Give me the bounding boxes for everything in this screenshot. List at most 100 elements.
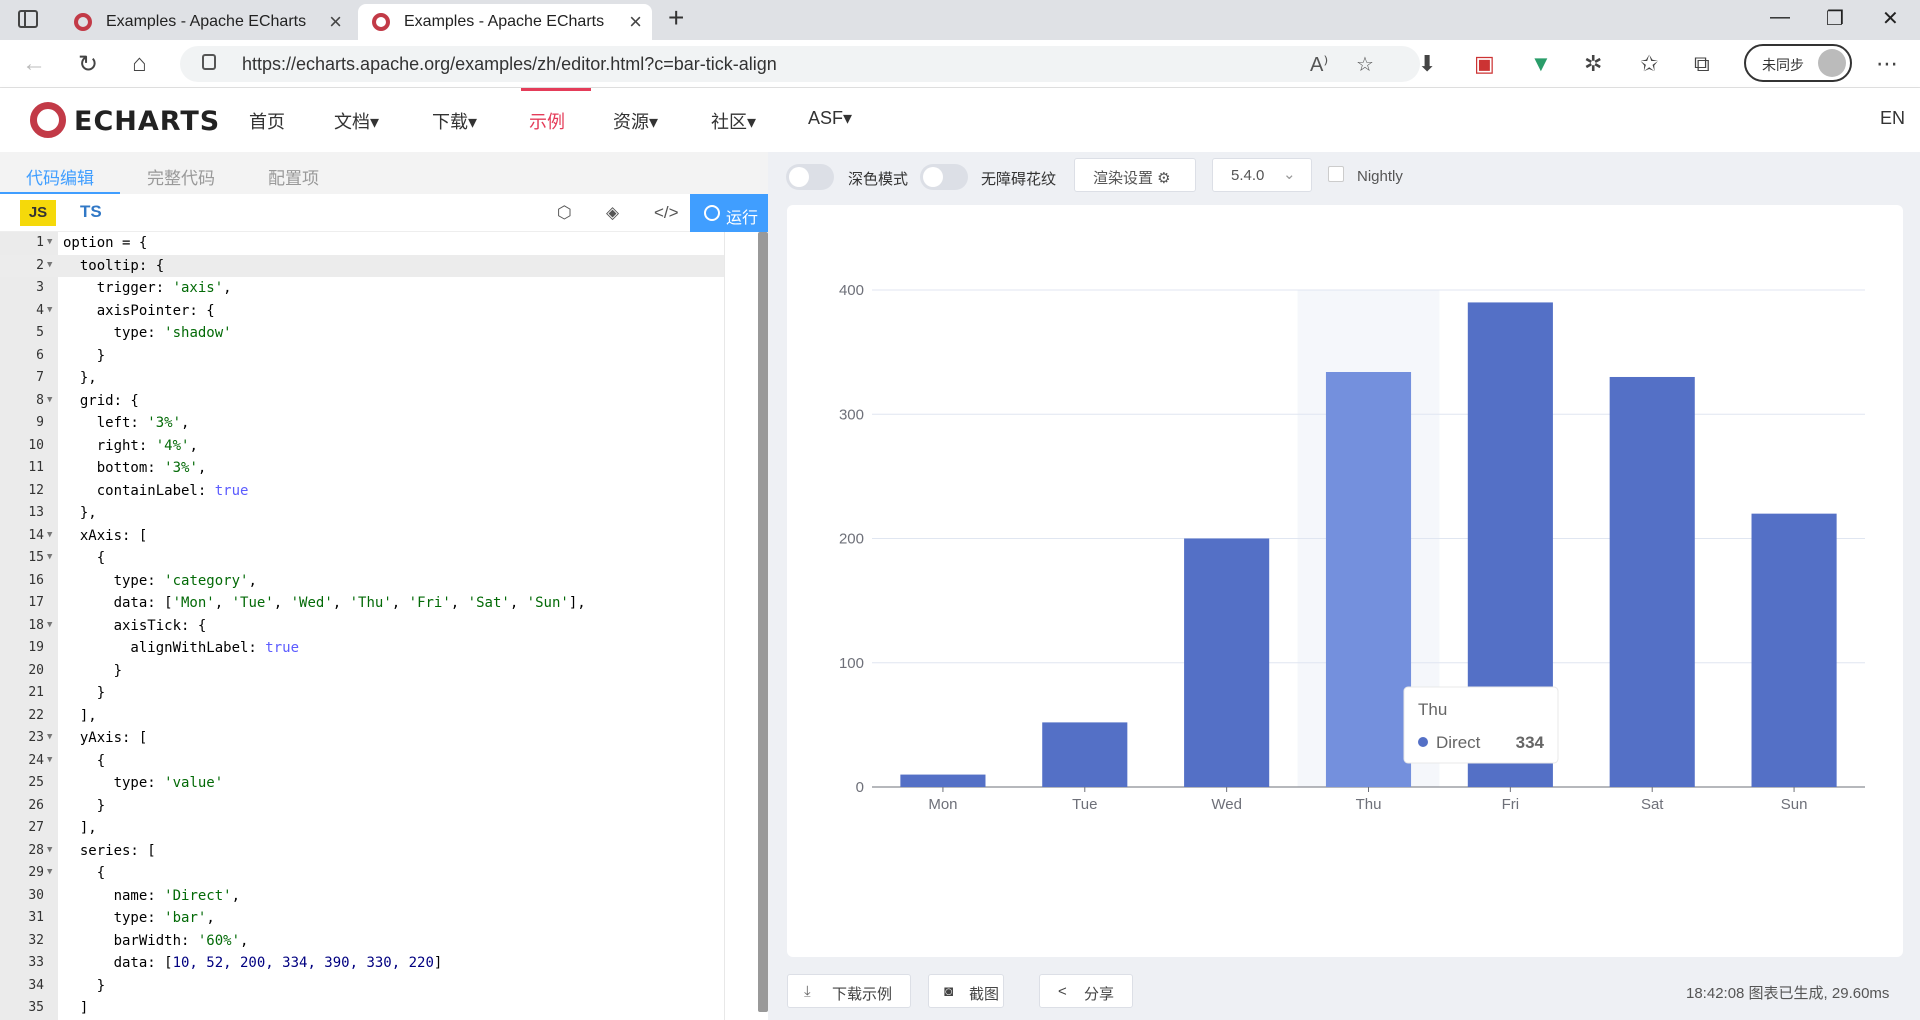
tab-full-code[interactable]: 完整代码 <box>147 164 215 189</box>
fold-arrow-icon[interactable]: ▼ <box>47 867 52 877</box>
tab-code-edit[interactable]: 代码编辑 <box>26 164 94 189</box>
code-line[interactable]: 20 } <box>0 660 724 683</box>
code-line[interactable]: 14 ▼ xAxis: [ <box>0 525 724 548</box>
bar[interactable] <box>1751 513 1837 787</box>
read-aloud-icon[interactable]: A⁾ <box>1310 52 1328 77</box>
code-line[interactable]: 31 type: 'bar', <box>0 907 724 930</box>
accessible-pattern-toggle[interactable] <box>920 164 968 190</box>
nav-community[interactable]: 社区▾ <box>711 108 756 134</box>
bar[interactable] <box>1184 538 1270 788</box>
codepen-icon[interactable]: ⬡ <box>557 203 572 223</box>
code-line[interactable]: 17 data: ['Mon', 'Tue', 'Wed', 'Thu', 'F… <box>0 592 724 615</box>
code-line[interactable]: 34 } <box>0 975 724 998</box>
browser-tab-1[interactable]: Examples - Apache ECharts × <box>60 4 352 40</box>
code-line[interactable]: 35 ] <box>0 997 724 1020</box>
code-line[interactable]: 4 ▼ axisPointer: { <box>0 300 724 323</box>
code-line[interactable]: 15 ▼ { <box>0 547 724 570</box>
code-line[interactable]: 30 name: 'Direct', <box>0 885 724 908</box>
download-icon[interactable]: ⬇ <box>1418 51 1436 77</box>
back-arrow-icon[interactable]: ← <box>22 50 46 78</box>
version-select[interactable]: 5.4.0 ⌄ <box>1212 158 1312 192</box>
code-line[interactable]: 24 ▼ { <box>0 750 724 773</box>
code-line[interactable]: 2 ▼ tooltip: { <box>0 254 724 277</box>
code-line[interactable]: 19 alignWithLabel: true <box>0 637 724 660</box>
code-line[interactable]: 16 type: 'category', <box>0 570 724 593</box>
fold-arrow-icon[interactable]: ▼ <box>47 732 52 742</box>
fold-arrow-icon[interactable]: ▼ <box>47 237 52 247</box>
code-line[interactable]: 21 } <box>0 682 724 705</box>
url-field[interactable]: https://echarts.apache.org/examples/zh/e… <box>180 46 1420 82</box>
fold-arrow-icon[interactable]: ▼ <box>47 530 52 540</box>
nightly-checkbox[interactable] <box>1328 166 1344 182</box>
fold-arrow-icon[interactable]: ▼ <box>47 845 52 855</box>
run-button[interactable]: 运行 <box>690 194 768 232</box>
site-logo[interactable]: ECHARTS <box>74 106 220 137</box>
new-tab-plus-icon[interactable]: + <box>668 2 684 34</box>
bar[interactable] <box>900 774 986 787</box>
code-line[interactable]: 28 ▼ series: [ <box>0 840 724 863</box>
code-line[interactable]: 27 ], <box>0 817 724 840</box>
collections-icon[interactable]: ⧉ <box>1694 51 1710 77</box>
close-icon[interactable]: × <box>329 9 342 35</box>
more-menu-icon[interactable]: ⋯ <box>1876 51 1898 77</box>
code-line[interactable]: 10 right: '4%', <box>0 435 724 458</box>
code-line[interactable]: 12 containLabel: true <box>0 480 724 503</box>
render-settings-button[interactable]: 渲染设置 ⚙ <box>1074 158 1196 192</box>
bar[interactable] <box>1325 372 1412 787</box>
fold-arrow-icon[interactable]: ▼ <box>47 305 52 315</box>
code-line[interactable]: 8 ▼ grid: { <box>0 390 724 413</box>
favorites-icon[interactable]: ✩ <box>1640 51 1658 77</box>
share-button[interactable]: < 分享 <box>1039 974 1133 1008</box>
fold-arrow-icon[interactable]: ▼ <box>47 552 52 562</box>
nav-examples[interactable]: 示例 <box>529 108 565 134</box>
nav-home[interactable]: 首页 <box>249 108 285 134</box>
code-line[interactable]: 26 } <box>0 795 724 818</box>
code-line[interactable]: 6 } <box>0 345 724 368</box>
code-line[interactable]: 29 ▼ { <box>0 862 724 885</box>
code-line[interactable]: 5 type: 'shadow' <box>0 322 724 345</box>
download-example-button[interactable]: ⤓ 下载示例 <box>787 974 911 1008</box>
code-line[interactable]: 9 left: '3%', <box>0 412 724 435</box>
restore-icon[interactable]: ❐ <box>1826 6 1844 31</box>
code-line[interactable]: 25 type: 'value' <box>0 772 724 795</box>
fold-arrow-icon[interactable]: ▼ <box>47 755 52 765</box>
minimize-icon[interactable]: — <box>1770 6 1790 29</box>
fold-arrow-icon[interactable]: ▼ <box>47 620 52 630</box>
chart-container[interactable]: 0 100 200 300 400 Mon Tue Wed Thu Fri Sat Sun Thu Dir… <box>787 205 1903 957</box>
sync-profile-button[interactable]: 未同步 <box>1744 44 1852 82</box>
refresh-icon[interactable]: ↻ <box>78 50 98 79</box>
bar[interactable] <box>1042 722 1128 787</box>
fold-arrow-icon[interactable]: ▼ <box>47 395 52 405</box>
home-icon[interactable]: ⌂ <box>132 50 147 78</box>
dark-mode-toggle[interactable] <box>786 164 834 190</box>
browser-tab-2[interactable]: Examples - Apache ECharts × <box>358 4 652 40</box>
code-line[interactable]: 33 data: [10, 52, 200, 334, 390, 330, 22… <box>0 952 724 975</box>
echarts-logo-icon[interactable] <box>30 102 66 138</box>
code-line[interactable]: 3 trigger: 'axis', <box>0 277 724 300</box>
editor-scrollbar[interactable] <box>758 232 768 1012</box>
codesandbox-icon[interactable]: ◈ <box>606 203 619 223</box>
code-line[interactable]: 13 }, <box>0 502 724 525</box>
tab-options[interactable]: 配置项 <box>268 164 319 189</box>
add-favorite-icon[interactable]: ☆ <box>1356 52 1374 77</box>
window-close-icon[interactable]: ✕ <box>1882 6 1899 31</box>
code-line[interactable]: 1 ▼ option = { <box>0 232 724 255</box>
extension-screen-icon[interactable]: ▣ <box>1474 51 1495 77</box>
bar-chart[interactable]: 0 100 200 300 400 Mon Tue Wed Thu Fri Sat Sun Thu Dir… <box>787 205 1903 957</box>
vue-devtools-icon[interactable]: ▼ <box>1530 51 1552 77</box>
ts-button[interactable]: TS <box>80 202 102 222</box>
code-line[interactable]: 11 bottom: '3%', <box>0 457 724 480</box>
tab-actions-icon[interactable] <box>18 10 38 28</box>
nav-docs[interactable]: 文档▾ <box>334 108 379 134</box>
code-area[interactable]: 1 ▼ option = {2 ▼ tooltip: {3 trigger: 'axi… <box>0 232 768 1020</box>
language-switch[interactable]: EN <box>1880 108 1905 129</box>
code-line[interactable]: 23 ▼ yAxis: [ <box>0 727 724 750</box>
screenshot-button[interactable]: ◙ 截图 <box>928 974 1004 1008</box>
close-icon[interactable]: × <box>629 9 642 35</box>
bar[interactable] <box>1609 376 1695 787</box>
code-line[interactable]: 22 ], <box>0 705 724 728</box>
nav-asf[interactable]: ASF▾ <box>808 108 852 129</box>
nav-download[interactable]: 下载▾ <box>432 108 477 134</box>
code-line[interactable]: 32 barWidth: '60%', <box>0 930 724 953</box>
js-button[interactable]: JS <box>20 200 56 226</box>
